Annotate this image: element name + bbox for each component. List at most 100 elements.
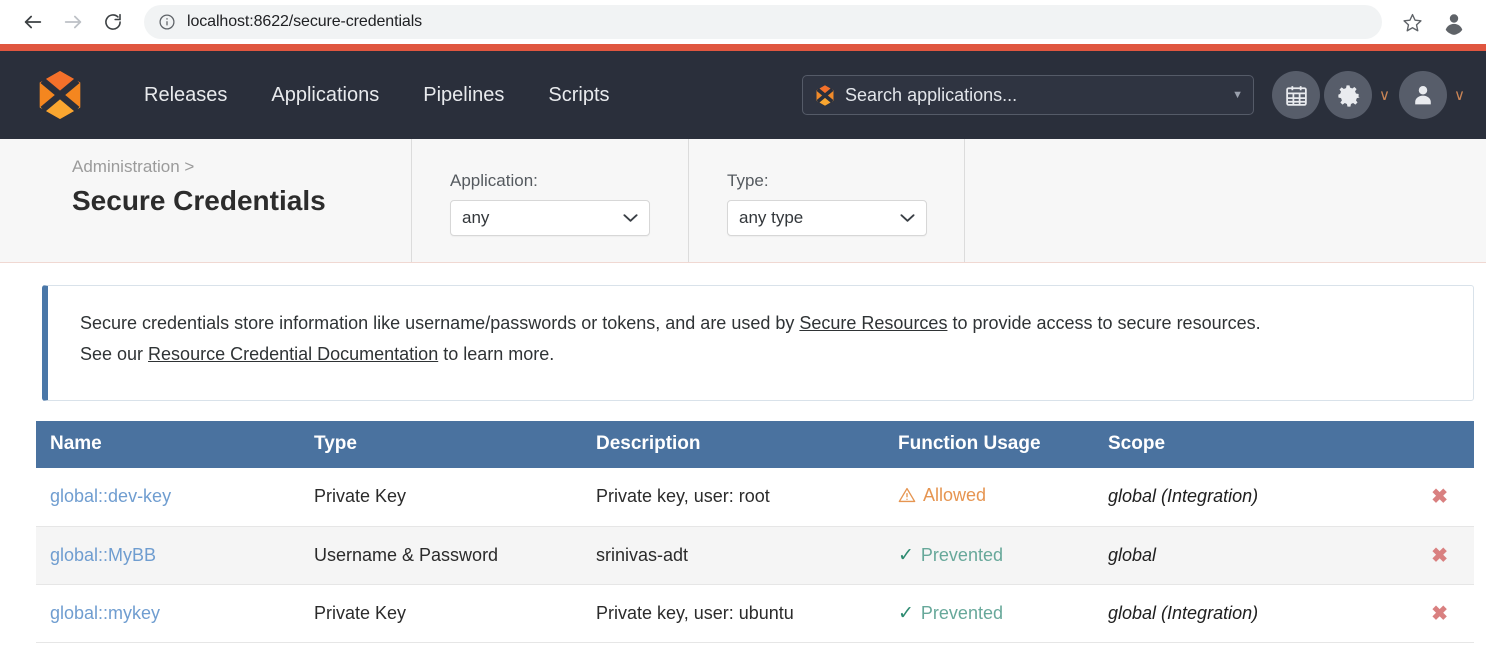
search-applications-input[interactable]: Search applications... ▼: [802, 75, 1255, 115]
delete-credential-button[interactable]: ✖: [1388, 468, 1474, 527]
reload-icon: [105, 13, 121, 30]
type-filter-group: Type: any type: [688, 139, 965, 262]
cell-scope: global (Integration): [1108, 468, 1388, 527]
credentials-table: Name Type Description Function Usage Sco…: [36, 421, 1474, 643]
url-text: localhost:8622/secure-credentials: [187, 13, 423, 30]
check-icon: ✓: [898, 602, 914, 624]
star-icon: [1402, 13, 1422, 31]
column-header-scope[interactable]: Scope: [1108, 421, 1388, 468]
banner-text-1b: to provide access to secure resources.: [947, 313, 1261, 333]
warning-triangle-icon: [898, 487, 916, 503]
gear-icon: [1337, 84, 1360, 107]
user-chevron-icon[interactable]: ∨: [1454, 86, 1465, 104]
delete-credential-button[interactable]: ✖: [1388, 526, 1474, 585]
breadcrumb[interactable]: Administration >: [72, 157, 411, 177]
status-badge: Allowed: [898, 485, 986, 506]
cell-description: srinivas-adt: [596, 526, 898, 585]
status-badge-label: Prevented: [920, 544, 1003, 565]
app-hex-logo-icon: [816, 84, 834, 106]
settings-chevron-icon[interactable]: ∨: [1379, 86, 1390, 104]
cell-scope: global (Integration): [1108, 584, 1388, 643]
app-navigation-bar: Releases Applications Pipelines Scripts …: [0, 51, 1486, 139]
primary-nav-links: Releases Applications Pipelines Scripts: [122, 84, 632, 107]
delete-credential-button[interactable]: ✖: [1388, 584, 1474, 643]
status-badge: ✓ Prevented: [898, 544, 1003, 567]
application-filter-label: Application:: [450, 171, 538, 190]
banner-text-2b: to learn more.: [438, 343, 555, 364]
page-title-block: Administration > Secure Credentials: [36, 139, 411, 262]
user-icon: [1415, 86, 1431, 105]
application-filter[interactable]: any: [450, 200, 650, 236]
credentials-table-wrapper: Name Type Description Function Usage Sco…: [0, 401, 1486, 643]
table-header-row: Name Type Description Function Usage Sco…: [36, 421, 1474, 468]
cell-scope: global: [1108, 526, 1388, 585]
column-header-name[interactable]: Name: [36, 421, 314, 468]
nav-action-buttons: ∨ ∨: [1272, 71, 1470, 119]
browser-back-button[interactable]: [16, 5, 50, 39]
nav-link-pipelines[interactable]: Pipelines: [401, 84, 526, 107]
delete-x-icon: ✖: [1431, 602, 1448, 625]
type-filter[interactable]: any type: [727, 200, 927, 236]
credential-name-link[interactable]: global::MyBB: [50, 545, 156, 565]
arrow-right-icon: [64, 15, 82, 29]
column-header-description[interactable]: Description: [596, 421, 898, 468]
settings-button[interactable]: [1324, 71, 1373, 119]
resource-credential-documentation-link[interactable]: Resource Credential Documentation: [148, 344, 438, 364]
accent-stripe: [0, 44, 1486, 51]
caret-down-icon[interactable]: ▼: [1232, 89, 1243, 101]
user-button[interactable]: [1399, 71, 1448, 119]
cell-type: Private Key: [314, 468, 596, 527]
info-banner-line-2: See our Resource Credential Documentatio…: [80, 339, 1447, 370]
table-header: Name Type Description Function Usage Sco…: [36, 421, 1474, 468]
credential-name-link[interactable]: global::mykey: [50, 603, 160, 623]
xebialabs-logo[interactable]: [36, 70, 84, 120]
table-row: global::mykey Private Key Private key, u…: [36, 584, 1474, 643]
cell-type: Username & Password: [314, 526, 596, 585]
arrow-left-icon: [24, 15, 42, 29]
table-row: global::MyBB Username & Password sriniva…: [36, 526, 1474, 585]
cell-type: Private Key: [314, 584, 596, 643]
column-header-type[interactable]: Type: [314, 421, 596, 468]
bookmark-star-button[interactable]: [1398, 8, 1426, 36]
calendar-button[interactable]: [1272, 71, 1321, 119]
table-body: global::dev-key Private Key Private key,…: [36, 468, 1474, 643]
cell-name: global::MyBB: [36, 526, 314, 585]
cell-name: global::dev-key: [36, 468, 314, 527]
calendar-icon: [1285, 85, 1307, 106]
nav-link-scripts[interactable]: Scripts: [526, 84, 631, 107]
cell-name: global::mykey: [36, 584, 314, 643]
credential-name-link[interactable]: global::dev-key: [50, 486, 171, 506]
cell-description: Private key, user: root: [596, 468, 898, 527]
cell-function-usage: Allowed: [898, 468, 1108, 527]
column-header-function-usage[interactable]: Function Usage: [898, 421, 1108, 468]
column-header-actions: [1388, 421, 1474, 468]
type-filter-label: Type:: [727, 171, 769, 190]
browser-forward-button[interactable]: [56, 5, 90, 39]
check-icon: ✓: [898, 544, 914, 566]
cell-description: Private key, user: ubuntu: [596, 584, 898, 643]
nav-link-applications[interactable]: Applications: [249, 84, 401, 107]
secure-resources-link[interactable]: Secure Resources: [799, 313, 947, 333]
browser-chrome: localhost:8622/secure-credentials: [0, 0, 1486, 44]
delete-x-icon: ✖: [1431, 544, 1448, 567]
browser-profile-button[interactable]: [1438, 6, 1470, 38]
chevron-down-icon: [623, 211, 638, 226]
cell-function-usage: ✓ Prevented: [898, 584, 1108, 643]
application-filter-group: Application: any: [411, 139, 688, 262]
info-banner: Secure credentials store information lik…: [42, 285, 1474, 401]
cell-function-usage: ✓ Prevented: [898, 526, 1108, 585]
page-title: Secure Credentials: [72, 185, 326, 216]
page-header: Administration > Secure Credentials Appl…: [0, 139, 1486, 263]
nav-link-releases[interactable]: Releases: [122, 84, 249, 107]
browser-reload-button[interactable]: [96, 5, 130, 39]
chevron-down-icon: [900, 211, 915, 226]
delete-x-icon: ✖: [1431, 486, 1448, 509]
search-placeholder-text: Search applications...: [845, 84, 1018, 105]
info-circle-icon: [158, 13, 176, 31]
type-filter-value: any type: [739, 208, 804, 227]
address-bar[interactable]: localhost:8622/secure-credentials: [144, 5, 1382, 39]
banner-text-2a: See our: [80, 343, 149, 364]
info-banner-line-1: Secure credentials store information lik…: [80, 308, 1447, 339]
profile-avatar-icon: [1445, 14, 1463, 35]
status-badge-label: Allowed: [923, 484, 987, 505]
